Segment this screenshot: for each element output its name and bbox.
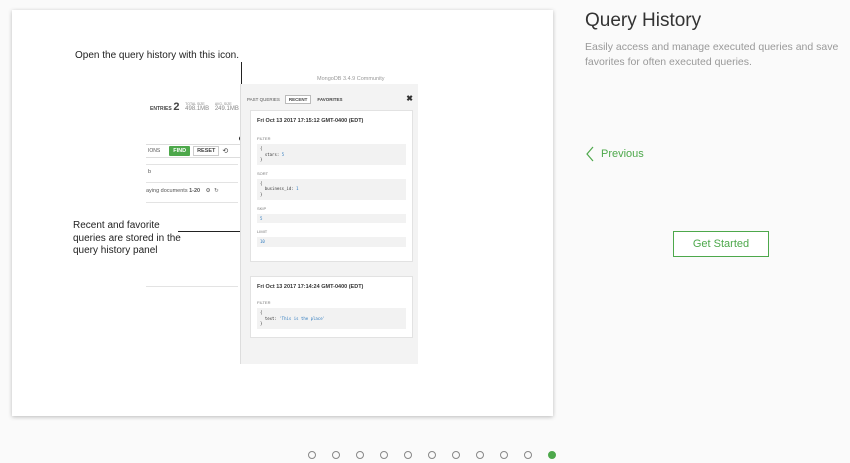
pager-dot[interactable]: [548, 451, 556, 459]
code-value: 10: [260, 239, 265, 245]
code-close: }: [260, 157, 263, 163]
divider: [146, 164, 238, 165]
list-item: b: [148, 169, 152, 175]
illustration-card: Open the query history with this icon. R…: [12, 10, 553, 416]
query-card[interactable]: Fri Oct 13 2017 17:14:24 GMT-0400 (EDT) …: [250, 276, 413, 338]
limit-code: 10: [257, 237, 406, 247]
find-button[interactable]: FIND: [169, 146, 191, 156]
stats-count: 2: [173, 101, 180, 113]
tab-recent[interactable]: RECENT: [284, 94, 312, 104]
divider: [146, 202, 238, 203]
skip-code: 5: [257, 213, 406, 224]
panel-header: PAST QUERIES RECENT FAVORITES ✖: [241, 92, 419, 106]
previous-label: Previous: [601, 148, 644, 160]
sort-label: SORT: [257, 170, 269, 176]
displaying-documents: aying documents 1-20 ⚙ ↻: [146, 188, 242, 194]
chevron-left-icon: [586, 146, 594, 162]
code-open: {: [260, 146, 263, 151]
collection-stats: ENTRIES 2 TOTAL SIZE 498.1MB AVG. SIZE 2…: [150, 101, 239, 113]
displaying-range: 1-20: [189, 188, 201, 194]
code-key: business_id:: [260, 186, 297, 192]
query-toolbar: IONS FIND RESET ⟲: [146, 144, 244, 158]
code-open: {: [260, 310, 263, 315]
total-size: TOTAL SIZE 498.1MB: [185, 102, 209, 112]
code-value: 'This is the place': [279, 315, 326, 321]
page-title: Query History: [585, 10, 702, 31]
pager-dot[interactable]: [404, 451, 412, 459]
close-icon[interactable]: ✖: [406, 94, 413, 103]
avg-size: AVG. SIZE 249.1MB: [215, 102, 239, 112]
query-date: Fri Oct 13 2017 17:15:12 GMT-0400 (EDT): [257, 118, 364, 124]
code-open: {: [260, 180, 263, 186]
pager-dot[interactable]: [476, 451, 484, 459]
pager-dot[interactable]: [356, 451, 364, 459]
code-close: }: [260, 191, 263, 197]
code-close: }: [260, 321, 263, 327]
pager-dot[interactable]: [452, 451, 460, 459]
limit-label: LIMIT: [257, 229, 268, 235]
get-started-button[interactable]: Get Started: [673, 231, 769, 257]
pagination-dots: [308, 451, 556, 459]
reset-button[interactable]: RESET: [193, 146, 220, 156]
query-history-panel: PAST QUERIES RECENT FAVORITES ✖ Fri Oct …: [240, 84, 418, 364]
divider: [146, 286, 238, 287]
divider: [146, 182, 238, 183]
code-key: stars:: [260, 151, 282, 157]
past-queries-label: PAST QUERIES: [247, 96, 280, 102]
settings-icon[interactable]: ⚙: [206, 188, 211, 194]
options-button[interactable]: IONS: [148, 148, 160, 154]
history-icon[interactable]: ⟲: [222, 147, 228, 155]
tab-favorites[interactable]: FAVORITES: [314, 96, 345, 103]
query-date: Fri Oct 13 2017 17:14:24 GMT-0400 (EDT): [257, 284, 364, 290]
total-size-value: 498.1MB: [185, 106, 210, 112]
filter-code: { text: 'This is the place' }: [257, 308, 406, 329]
filter-code: { stars: 5 }: [257, 144, 406, 165]
callout-open-history: Open the query history with this icon.: [75, 50, 239, 61]
displaying-prefix: aying documents: [146, 188, 190, 194]
tour-slide: Open the query history with this icon. R…: [0, 0, 850, 463]
code-value: 5: [260, 215, 263, 221]
filter-label: FILTER: [257, 136, 271, 141]
page-description: Easily access and manage executed querie…: [585, 41, 839, 69]
pager-dot[interactable]: [500, 451, 508, 459]
skip-label: SKIP: [257, 205, 267, 211]
code-key: text:: [260, 315, 280, 321]
query-card[interactable]: Fri Oct 13 2017 17:15:12 GMT-0400 (EDT) …: [250, 110, 413, 262]
pager-dot[interactable]: [428, 451, 436, 459]
pager-dot[interactable]: [332, 451, 340, 459]
refresh-icon[interactable]: ↻: [214, 188, 219, 194]
filter-label: FILTER: [257, 300, 271, 305]
pager-dot[interactable]: [308, 451, 316, 459]
code-value: 5: [281, 151, 285, 157]
code-value: 1: [296, 186, 299, 192]
pager-dot[interactable]: [524, 451, 532, 459]
stats-label: ENTRIES: [150, 106, 172, 112]
previous-button[interactable]: Previous: [585, 146, 644, 162]
sort-code: { business_id: 1 }: [257, 178, 406, 200]
pager-dot[interactable]: [380, 451, 388, 459]
avg-size-value: 249.1MB: [214, 106, 239, 112]
